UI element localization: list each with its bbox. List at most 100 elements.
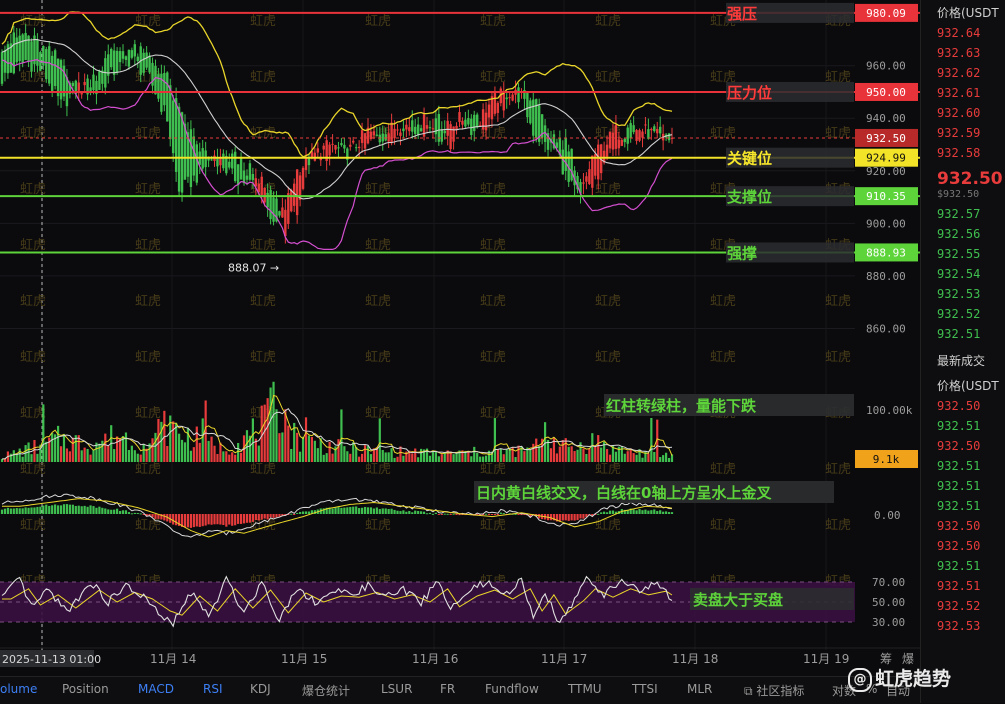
volume-bar [623, 453, 626, 462]
brand-logo-text: 虹虎趋势 [875, 668, 952, 690]
volume-bar [77, 435, 80, 462]
macd-hist-bar [420, 511, 423, 514]
macd-hist-bar [45, 504, 48, 514]
orderbook-row[interactable]: 932.54 [921, 264, 1005, 284]
watermark-text: 虹虎 [135, 238, 161, 253]
indicator-tab[interactable]: TTSI [632, 682, 658, 696]
indicator-tab[interactable]: FR [440, 682, 455, 696]
candle-body [284, 209, 287, 237]
watermark-text: 虹虎 [480, 294, 506, 309]
volume-bar [234, 454, 237, 462]
orderbook-row[interactable]: 932.62 [921, 63, 1005, 83]
volume-bar [428, 455, 432, 462]
orderbook-row[interactable]: 932.52 [921, 596, 1005, 616]
macd-hist-bar [127, 512, 131, 514]
orderbook-row[interactable]: 932.51 [921, 456, 1005, 476]
candle-body [269, 190, 272, 220]
price-tick-label: 960.00 [866, 60, 906, 73]
orderbook-row[interactable]: 932.51 [921, 556, 1005, 576]
orderbook-row[interactable]: 932.50 [921, 436, 1005, 456]
orderbook-row[interactable]: 932.61 [921, 83, 1005, 103]
orderbook-row[interactable]: 932.57 [921, 204, 1005, 224]
macd-hist-bar [487, 514, 491, 515]
macd-hist-bar [393, 509, 396, 514]
orderbook-row[interactable]: 932.51 [921, 324, 1005, 344]
indicator-tab[interactable]: KDJ [250, 682, 271, 696]
candle-body [295, 169, 299, 216]
candle-body [360, 130, 364, 143]
chart-canvas[interactable]: 虹虎 虹虎 虹虎 虹虎 虹虎 虹虎 虹虎虹虎 虹虎 虹虎 虹虎 虹虎 虹虎 虹虎 虹虎虹虎 虹虎 虹虎 虹虎 虹虎… [0, 0, 1005, 703]
orderbook-row[interactable]: 932.50 [921, 396, 1005, 416]
candle-body [127, 49, 131, 67]
indicator-tab[interactable]: Fundflow [485, 682, 539, 696]
candle-body [644, 124, 647, 126]
candle-body [110, 48, 113, 68]
candle-body [431, 128, 435, 130]
volume-bar [15, 453, 18, 462]
orderbook-row[interactable]: 932.59 [921, 123, 1005, 143]
trades-list: 932.50 932.51 932.50 932.51 932.51 932.51 932.… [921, 396, 1005, 636]
macd-hist-bar [443, 513, 446, 515]
watermark-text: 虹虎 [710, 126, 736, 141]
candle-body [340, 143, 343, 146]
candle-body [363, 133, 367, 149]
indicator-tab[interactable]: ⧉ 社区指标 [744, 682, 804, 699]
indicator-tab[interactable]: MACD [138, 682, 174, 696]
macd-hist-bar [107, 509, 110, 514]
volume-bar [667, 457, 671, 462]
orderbook-row[interactable]: 932.50 [921, 516, 1005, 536]
orderbook-row[interactable]: 932.53 [921, 616, 1005, 636]
watermark-text: 虹虎 [825, 126, 851, 141]
volume-bar [180, 439, 184, 462]
volume-bar [479, 456, 482, 462]
orderbook-row[interactable]: 932.51 [921, 416, 1005, 436]
macd-hist-bar [440, 514, 443, 515]
indicator-tab[interactable]: TTMU [568, 682, 602, 696]
orderbook-row[interactable]: 932.51 [921, 496, 1005, 516]
candle-body [233, 151, 237, 182]
watermark-text: 虹虎 [595, 462, 621, 477]
orderbook-row[interactable]: 932.55 [921, 244, 1005, 264]
macd-hist-bar [48, 505, 51, 514]
indicator-tab[interactable]: olume [0, 682, 37, 696]
volume-bar [440, 454, 443, 462]
orderbook-row[interactable]: 932.56 [921, 224, 1005, 244]
orderbook-row[interactable]: 932.51 [921, 476, 1005, 496]
orderbook-row[interactable]: 932.52 [921, 304, 1005, 324]
candle-body [56, 58, 60, 97]
orderbook-row[interactable]: 932.64 [921, 23, 1005, 43]
candle-body [570, 148, 573, 181]
macd-hist-bar [242, 514, 246, 524]
macd-hist-bar [304, 511, 308, 514]
orderbook-row[interactable]: 932.63 [921, 43, 1005, 63]
orderbook-row[interactable]: 932.50 [921, 536, 1005, 556]
macd-hist-bar [384, 508, 387, 514]
volume-bar [543, 422, 547, 462]
orderbook-row[interactable]: 932.53 [921, 284, 1005, 304]
volume-bar [546, 439, 550, 462]
volume-bar [101, 440, 104, 462]
indicator-tab[interactable]: 爆仓统计 [302, 682, 350, 699]
volume-bar [399, 446, 402, 462]
candle-body [133, 44, 137, 57]
volume-bar [502, 454, 505, 462]
volume-bar [573, 451, 576, 462]
orderbook-row[interactable]: 932.51 [921, 576, 1005, 596]
macd-hist-bar [77, 505, 80, 514]
macd-hist-bar [86, 506, 89, 514]
orderbook-row[interactable]: 932.58 [921, 143, 1005, 163]
macd-hist-bar [186, 514, 190, 528]
indicator-tab[interactable]: RSI [203, 682, 223, 696]
indicator-tab[interactable]: Position [62, 682, 109, 696]
indicator-tab[interactable]: MLR [687, 682, 712, 696]
macd-hist-bar [422, 511, 426, 514]
volume-bar [86, 448, 89, 462]
macd-hist-bar [579, 514, 582, 519]
macd-hist-bar [92, 506, 95, 514]
macd-hist-bar [375, 507, 378, 514]
orderbook-row[interactable]: 932.60 [921, 103, 1005, 123]
macd-hist-bar [650, 510, 653, 514]
macd-hist-bar [659, 510, 662, 514]
candle-body [236, 164, 240, 186]
indicator-tab[interactable]: LSUR [381, 682, 412, 696]
